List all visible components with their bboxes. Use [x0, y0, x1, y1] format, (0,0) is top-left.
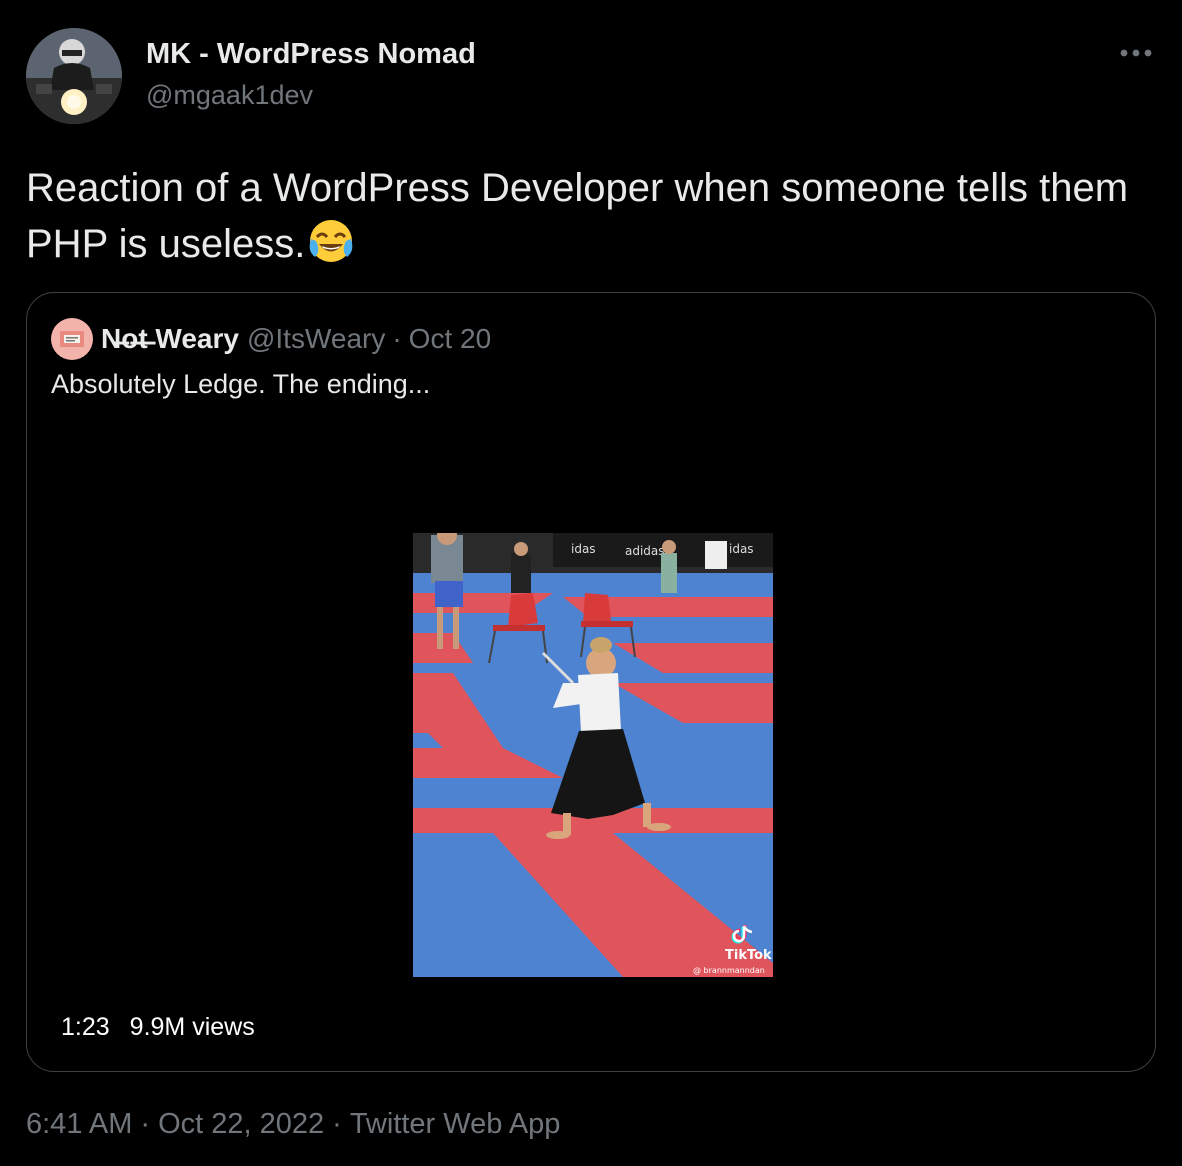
author-name[interactable]: MK - WordPress Nomad	[146, 38, 476, 71]
quoted-author-handle[interactable]: @ItsWeary	[247, 323, 385, 355]
tiktok-watermark-brand: TikTok	[725, 948, 772, 963]
banner-text-1: idas	[571, 542, 596, 556]
video-player[interactable]: idas adidas idas TikTok @ brannmanndan	[413, 533, 773, 977]
footer-separator-2: ·	[332, 1108, 342, 1140]
face-with-tears-of-joy-icon	[307, 217, 355, 280]
tweet-source[interactable]: Twitter Web App	[350, 1108, 561, 1140]
quoted-header-separator: ·	[392, 323, 402, 354]
quoted-author-name[interactable]: N̶o̶t̶ Weary	[101, 323, 239, 355]
video-meta: 1:23 9.9M views	[61, 1013, 255, 1042]
more-dots-icon	[1120, 49, 1152, 57]
quoted-tweet-card[interactable]: N̶o̶t̶ Weary @ItsWeary · Oct 20 Absolute…	[26, 292, 1156, 1072]
banner-text-2: adidas	[625, 544, 665, 558]
video-duration: 1:23	[61, 1013, 110, 1041]
tweet-footer: 6:41 AM · Oct 22, 2022 · Twitter Web App	[26, 1108, 560, 1141]
tweet-date[interactable]: Oct 22, 2022	[158, 1108, 324, 1140]
banner-text-3: idas	[729, 542, 754, 556]
author-handle[interactable]: @mgaak1dev	[146, 80, 313, 111]
footer-separator-1: ·	[140, 1108, 151, 1140]
tweet-text: Reaction of a WordPress Developer when s…	[26, 160, 1146, 280]
motorcycle-rider-icon	[26, 28, 122, 124]
quoted-author-avatar[interactable]	[51, 318, 93, 360]
tiktok-watermark-user: @ brannmanndan	[693, 966, 765, 975]
quoted-tweet-date[interactable]: Oct 20	[409, 323, 491, 355]
tweet-time[interactable]: 6:41 AM	[26, 1108, 132, 1140]
brick-wall-sign-icon	[60, 331, 84, 347]
video-thumbnail: idas adidas idas TikTok @ brannmanndan	[413, 533, 773, 977]
video-views: 9.9M views	[129, 1013, 255, 1041]
quoted-tweet-header: N̶o̶t̶ Weary @ItsWeary · Oct 20	[51, 317, 491, 361]
more-options-button[interactable]	[1112, 36, 1160, 70]
tweet-text-content: Reaction of a WordPress Developer when s…	[26, 166, 1129, 266]
quoted-tweet-text: Absolutely Ledge. The ending...	[51, 369, 431, 399]
tweet: MK - WordPress Nomad @mgaak1dev Reaction…	[0, 0, 1182, 1166]
author-avatar[interactable]	[26, 28, 122, 124]
